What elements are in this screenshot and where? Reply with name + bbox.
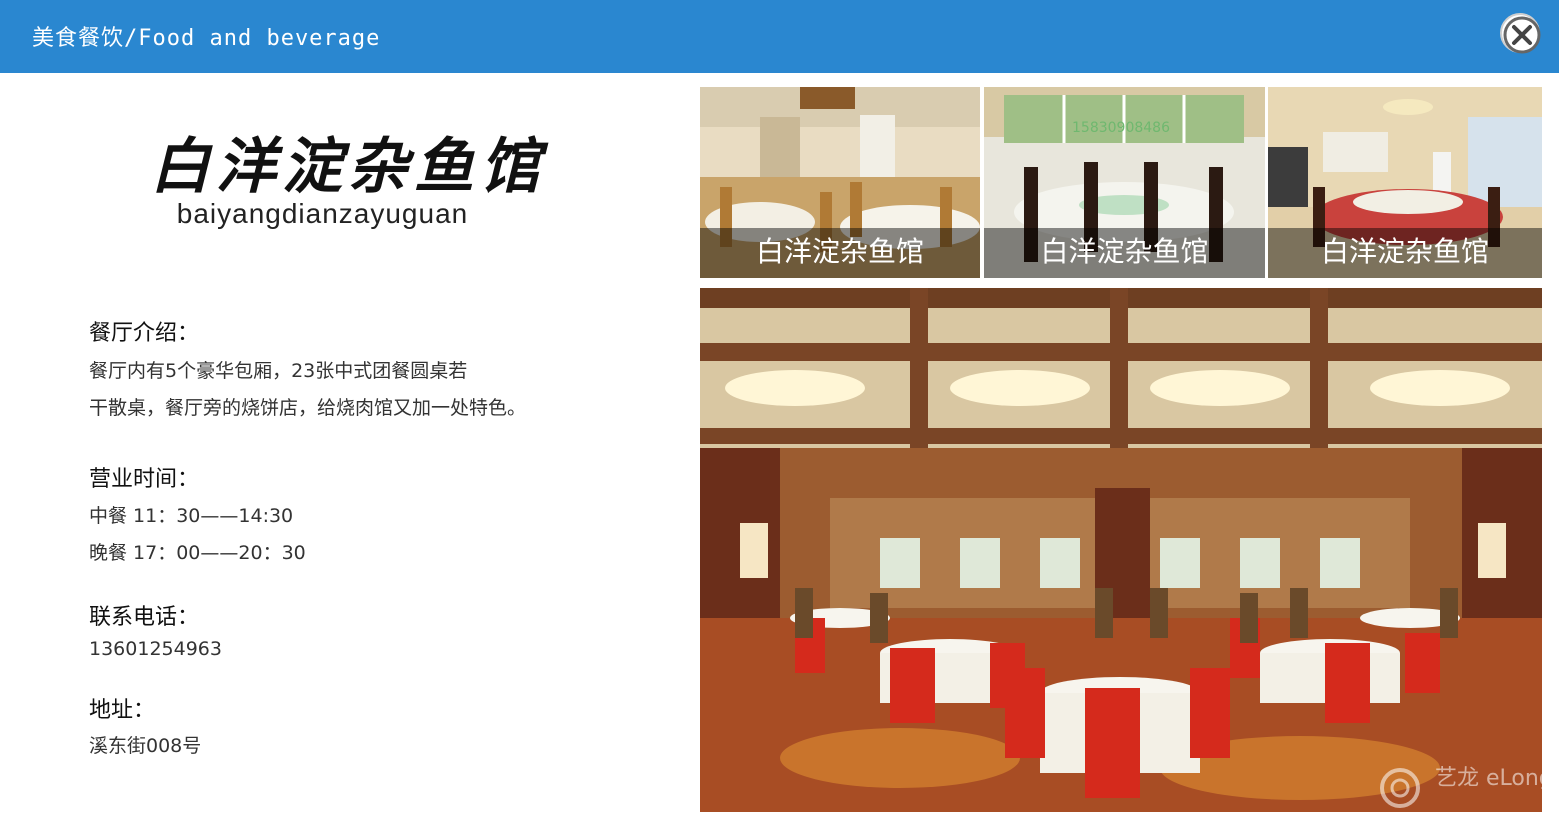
header-bar: 美食餐饮/Food and beverage xyxy=(0,0,1559,73)
thumbnail-caption-2: 白洋淀杂鱼馆 xyxy=(984,228,1265,278)
hours-dinner: 晚餐 17：00——20：30 xyxy=(89,542,306,564)
contact-phone: 13601254963 xyxy=(89,638,222,660)
gallery-thumbnail-1[interactable]: 白洋淀杂鱼馆 xyxy=(700,87,980,278)
address-value: 溪东街008号 xyxy=(89,735,202,757)
address-heading: 地址： xyxy=(89,698,156,723)
gallery-thumbnail-2[interactable]: 15830908486 白洋淀杂鱼馆 xyxy=(984,87,1265,278)
intro-line-1: 餐厅内有5个豪华包厢，23张中式团餐圆桌若 xyxy=(89,360,468,382)
banquet-hall-image xyxy=(700,288,1542,812)
gallery-thumbnail-3[interactable]: 白洋淀杂鱼馆 xyxy=(1268,87,1542,278)
photo-watermark-phone: 15830908486 xyxy=(1072,120,1170,136)
thumbnail-caption-3: 白洋淀杂鱼馆 xyxy=(1268,228,1542,278)
intro-heading: 餐厅介绍： xyxy=(89,321,200,346)
contact-heading: 联系电话： xyxy=(89,605,200,630)
banquet-hall-photo xyxy=(700,288,1542,812)
restaurant-logo-pinyin: baiyangdianzayuguan xyxy=(176,198,469,229)
intro-line-2: 干散桌，餐厅旁的烧饼店，给烧肉馆又加一处特色。 xyxy=(89,397,527,419)
dialog-title: 美食餐饮/Food and beverage xyxy=(32,26,381,51)
restaurant-logo-name: 白洋淀杂鱼馆 xyxy=(150,132,546,202)
thumbnail-caption-1: 白洋淀杂鱼馆 xyxy=(700,228,980,278)
hours-heading: 营业时间： xyxy=(89,467,200,492)
elong-watermark-text: 艺龙 eLong xyxy=(1435,766,1553,791)
hours-lunch: 中餐 11：30——14:30 xyxy=(89,505,294,527)
close-icon xyxy=(1503,16,1541,54)
close-button[interactable] xyxy=(1500,13,1541,54)
